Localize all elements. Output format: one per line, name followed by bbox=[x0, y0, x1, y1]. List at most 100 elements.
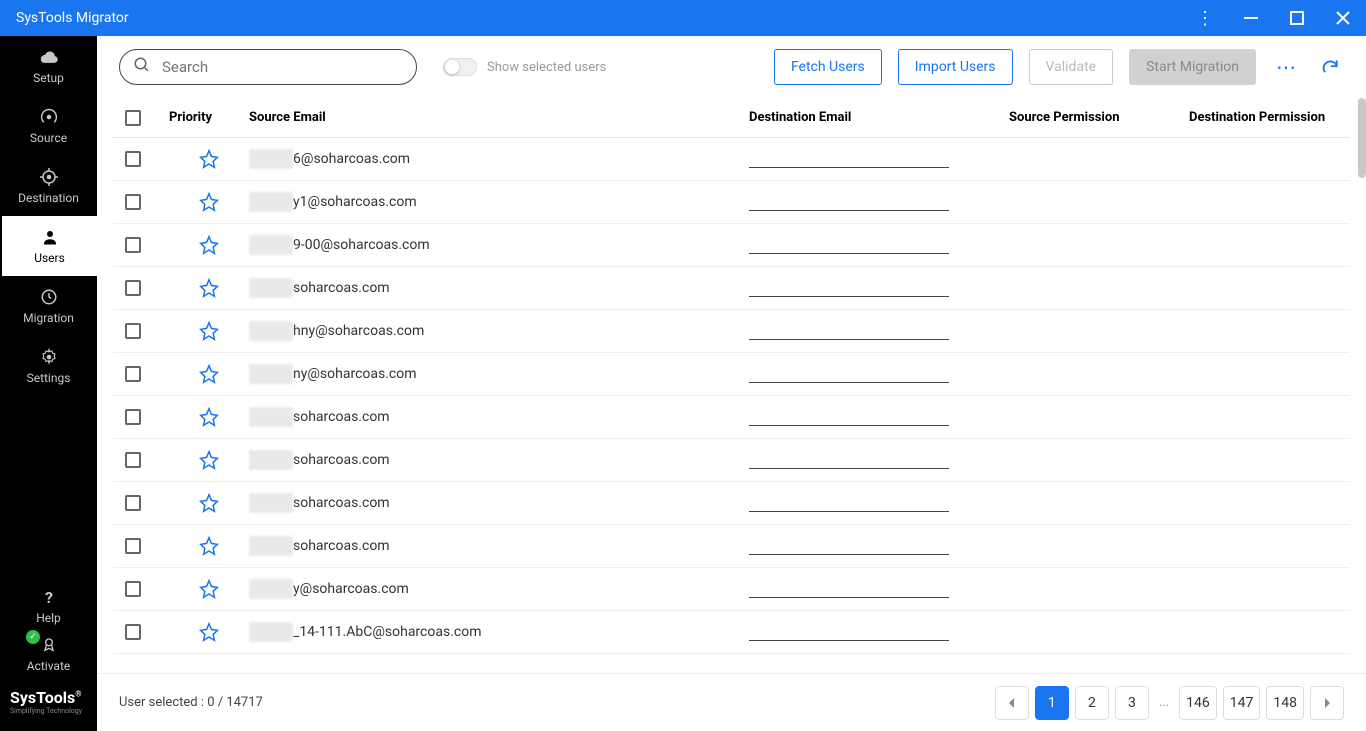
priority-star[interactable] bbox=[169, 321, 249, 341]
priority-star[interactable] bbox=[169, 407, 249, 427]
priority-star[interactable] bbox=[169, 493, 249, 513]
source-email-cell: soharcoas.com bbox=[249, 278, 749, 298]
sidebar-item-setup[interactable]: Setup bbox=[0, 36, 97, 96]
row-checkbox[interactable] bbox=[125, 366, 141, 382]
minimize-button[interactable] bbox=[1228, 0, 1274, 36]
destination-email-cell[interactable] bbox=[749, 537, 1009, 555]
table-header: Priority Source Email Destination Email … bbox=[113, 98, 1350, 138]
priority-star[interactable] bbox=[169, 364, 249, 384]
close-button[interactable] bbox=[1320, 0, 1366, 36]
email-suffix: 9-00@soharcoas.com bbox=[293, 237, 430, 253]
priority-star[interactable] bbox=[169, 235, 249, 255]
select-all-checkbox[interactable] bbox=[125, 110, 141, 126]
email-suffix: soharcoas.com bbox=[293, 538, 390, 554]
refresh-icon[interactable] bbox=[1316, 57, 1344, 77]
table-row: y1@soharcoas.com bbox=[113, 181, 1350, 224]
row-checkbox[interactable] bbox=[125, 452, 141, 468]
page-next-button[interactable] bbox=[1310, 686, 1344, 720]
source-email-cell: soharcoas.com bbox=[249, 536, 749, 556]
row-checkbox[interactable] bbox=[125, 194, 141, 210]
cloud-icon bbox=[39, 47, 59, 67]
page-1-button[interactable]: 1 bbox=[1035, 686, 1069, 720]
maximize-button[interactable] bbox=[1274, 0, 1320, 36]
sidebar-item-activate[interactable]: ✓ Activate bbox=[0, 630, 97, 678]
priority-star[interactable] bbox=[169, 192, 249, 212]
redacted-prefix bbox=[249, 192, 293, 212]
validate-button: Validate bbox=[1029, 49, 1114, 85]
row-checkbox[interactable] bbox=[125, 409, 141, 425]
search-input[interactable] bbox=[119, 49, 417, 85]
table-row: soharcoas.com bbox=[113, 482, 1350, 525]
destination-email-cell[interactable] bbox=[749, 279, 1009, 297]
page-146-button[interactable]: 146 bbox=[1179, 686, 1217, 720]
row-checkbox[interactable] bbox=[125, 624, 141, 640]
footer: User selected : 0 / 14717 1 2 3 ... 146 … bbox=[97, 673, 1366, 731]
redacted-prefix bbox=[249, 493, 293, 513]
destination-email-cell[interactable] bbox=[749, 580, 1009, 598]
sidebar: Setup Source Destination Users Migration… bbox=[0, 36, 97, 731]
table-row: ny@soharcoas.com bbox=[113, 353, 1350, 396]
page-prev-button[interactable] bbox=[995, 686, 1029, 720]
page-148-button[interactable]: 148 bbox=[1266, 686, 1304, 720]
table-row: soharcoas.com bbox=[113, 525, 1350, 568]
table-row: hny@soharcoas.com bbox=[113, 310, 1350, 353]
priority-star[interactable] bbox=[169, 622, 249, 642]
sidebar-item-settings[interactable]: Settings bbox=[0, 336, 97, 396]
brand-logo: SysTools® Simplifying Technology bbox=[0, 678, 97, 723]
page-ellipsis: ... bbox=[1155, 695, 1173, 710]
window-controls: ⋮ bbox=[1182, 0, 1366, 36]
row-checkbox[interactable] bbox=[125, 280, 141, 296]
email-suffix: soharcoas.com bbox=[293, 280, 390, 296]
destination-email-cell[interactable] bbox=[749, 494, 1009, 512]
priority-star[interactable] bbox=[169, 278, 249, 298]
sidebar-item-help[interactable]: ? Help bbox=[0, 582, 97, 630]
sidebar-item-migration[interactable]: Migration bbox=[0, 276, 97, 336]
row-checkbox[interactable] bbox=[125, 237, 141, 253]
destination-email-cell[interactable] bbox=[749, 150, 1009, 168]
import-users-button[interactable]: Import Users bbox=[898, 49, 1013, 85]
destination-email-cell[interactable] bbox=[749, 451, 1009, 469]
priority-star[interactable] bbox=[169, 450, 249, 470]
scrollbar[interactable] bbox=[1358, 98, 1366, 178]
clock-icon bbox=[39, 287, 59, 307]
page-147-button[interactable]: 147 bbox=[1223, 686, 1261, 720]
row-checkbox[interactable] bbox=[125, 151, 141, 167]
priority-star[interactable] bbox=[169, 579, 249, 599]
col-dest: Destination Email bbox=[749, 110, 1009, 125]
destination-email-cell[interactable] bbox=[749, 408, 1009, 426]
destination-email-cell[interactable] bbox=[749, 365, 1009, 383]
email-suffix: soharcoas.com bbox=[293, 495, 390, 511]
sidebar-item-destination[interactable]: Destination bbox=[0, 156, 97, 216]
priority-star[interactable] bbox=[169, 149, 249, 169]
destination-email-cell[interactable] bbox=[749, 322, 1009, 340]
menu-dots-icon[interactable]: ⋮ bbox=[1182, 0, 1228, 36]
fetch-users-button[interactable]: Fetch Users bbox=[774, 49, 882, 85]
source-email-cell: soharcoas.com bbox=[249, 493, 749, 513]
destination-email-cell[interactable] bbox=[749, 236, 1009, 254]
user-icon bbox=[40, 227, 60, 247]
redacted-prefix bbox=[249, 536, 293, 556]
page-2-button[interactable]: 2 bbox=[1075, 686, 1109, 720]
sidebar-item-label: Migration bbox=[23, 311, 74, 325]
show-selected-toggle[interactable] bbox=[443, 58, 477, 76]
sidebar-item-users[interactable]: Users bbox=[0, 216, 97, 276]
table-row: y@soharcoas.com bbox=[113, 568, 1350, 611]
redacted-prefix bbox=[249, 278, 293, 298]
row-checkbox[interactable] bbox=[125, 323, 141, 339]
page-3-button[interactable]: 3 bbox=[1115, 686, 1149, 720]
destination-email-cell[interactable] bbox=[749, 193, 1009, 211]
row-checkbox[interactable] bbox=[125, 495, 141, 511]
row-checkbox[interactable] bbox=[125, 581, 141, 597]
priority-star[interactable] bbox=[169, 536, 249, 556]
source-email-cell: _14-111.AbC@soharcoas.com bbox=[249, 622, 749, 642]
destination-email-cell[interactable] bbox=[749, 623, 1009, 641]
source-email-cell: 6@soharcoas.com bbox=[249, 149, 749, 169]
source-email-cell: y1@soharcoas.com bbox=[249, 192, 749, 212]
col-src-perm: Source Permission bbox=[1009, 110, 1189, 125]
sidebar-item-source[interactable]: Source bbox=[0, 96, 97, 156]
col-source: Source Email bbox=[249, 110, 749, 125]
email-suffix: y@soharcoas.com bbox=[293, 581, 409, 597]
row-checkbox[interactable] bbox=[125, 538, 141, 554]
source-email-cell: y@soharcoas.com bbox=[249, 579, 749, 599]
more-dots-icon[interactable]: ⋯ bbox=[1272, 55, 1300, 79]
